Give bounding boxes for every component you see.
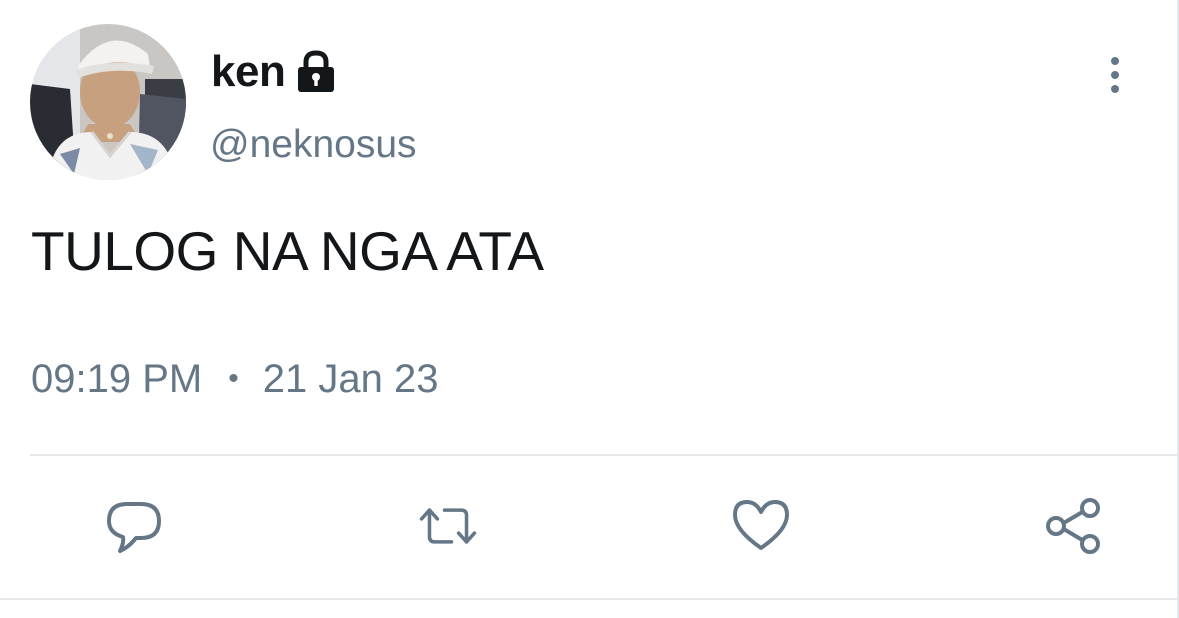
lock-icon bbox=[298, 50, 335, 92]
like-button[interactable] bbox=[731, 496, 791, 556]
heart-icon bbox=[733, 500, 789, 550]
profile-photo bbox=[30, 24, 186, 180]
vertical-ellipsis-icon bbox=[1111, 57, 1119, 93]
avatar[interactable] bbox=[30, 24, 186, 180]
tweet-time: 09:19 PM bbox=[31, 356, 203, 401]
tweet-text: TULOG NA NGA ATA bbox=[31, 220, 544, 282]
author-name-row: ken bbox=[211, 44, 337, 100]
speech-bubble-icon bbox=[107, 502, 161, 553]
tweet-date: 21 Jan 23 bbox=[262, 356, 439, 401]
share-button[interactable] bbox=[1044, 496, 1104, 556]
reply-button[interactable] bbox=[105, 496, 165, 556]
more-options-button[interactable] bbox=[1096, 52, 1134, 98]
meta-separator: • bbox=[228, 362, 239, 395]
tweet-card: ken @neknosus TULOG NA NGA ATA 09:19 PM … bbox=[0, 0, 1179, 618]
retweet-button[interactable] bbox=[418, 496, 478, 556]
divider bbox=[30, 454, 1177, 456]
retweet-arrows-icon bbox=[419, 508, 477, 544]
share-nodes-icon bbox=[1046, 498, 1100, 554]
tweet-timestamp: 09:19 PM • 21 Jan 23 bbox=[31, 354, 438, 404]
bottom-divider bbox=[0, 598, 1177, 600]
author-handle[interactable]: @neknosus bbox=[210, 122, 417, 168]
display-name[interactable]: ken bbox=[211, 50, 286, 94]
